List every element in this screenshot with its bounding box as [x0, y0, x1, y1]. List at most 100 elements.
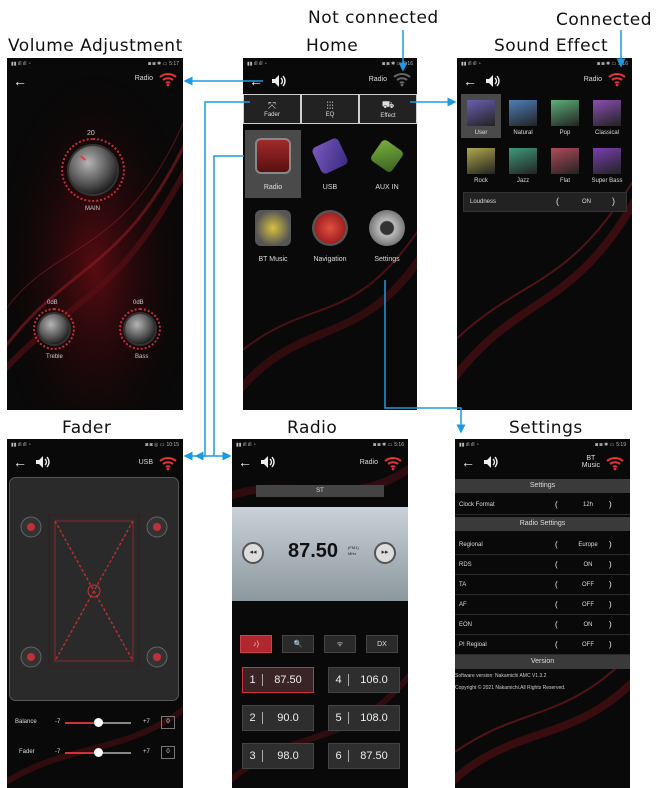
chevron-right-icon[interactable]: ) — [609, 560, 612, 569]
chevron-left-icon[interactable]: ( — [555, 600, 558, 609]
setting-row-af[interactable]: AF (OFF) — [455, 595, 630, 615]
setting-row-pi-regioal[interactable]: PI Regioal (OFF) — [455, 635, 630, 655]
preset-label: User — [474, 130, 488, 136]
main-volume-knob[interactable] — [69, 146, 117, 194]
wifi-connected-icon — [606, 457, 624, 471]
bass-knob[interactable] — [125, 314, 155, 344]
signal-button[interactable]: ᯤ — [324, 635, 356, 653]
setting-label: EON — [459, 621, 473, 628]
fader-screen: ▮▮ ıll ıll ◔ ◙ ◙ ◎ ▭ 10:15 ← USB Balance … — [7, 439, 183, 788]
app-navigation[interactable]: Navigation — [302, 202, 358, 270]
chevron-left-icon[interactable]: ( — [555, 580, 558, 589]
chevron-left-icon[interactable]: ( — [555, 540, 558, 549]
app-bt-music[interactable]: BT Music — [245, 202, 301, 270]
setting-row-eon[interactable]: EON (ON) — [455, 615, 630, 635]
back-arrow-icon[interactable]: ← — [238, 454, 260, 470]
rds-button[interactable]: ♪) — [240, 635, 272, 653]
wifi-connected-icon — [159, 73, 177, 87]
preset-flat-icon[interactable] — [551, 148, 579, 174]
app-usb[interactable]: USB — [302, 130, 358, 198]
preset-rock-icon[interactable] — [467, 148, 495, 174]
preset-pop-icon[interactable] — [551, 100, 579, 126]
chevron-left-icon[interactable]: ( — [555, 640, 558, 649]
chevron-right-icon[interactable]: ) — [609, 540, 612, 549]
balance-slider-thumb[interactable] — [94, 718, 103, 727]
search-button[interactable]: 🔍 — [282, 635, 314, 653]
preset-label: Rock — [474, 178, 488, 184]
main-volume-value: 20 — [87, 130, 95, 137]
treble-knob[interactable] — [39, 314, 69, 344]
preset-classical-icon[interactable] — [593, 100, 621, 126]
app-radio[interactable]: Radio — [245, 130, 301, 198]
home-tab-bar: ⤧ Fader ⫶⫶⫶ EQ ⛟ Effect — [243, 94, 417, 124]
clock-format-value: 12h — [582, 501, 593, 508]
main-volume-label: MAIN — [85, 206, 100, 212]
preset-number: 1 — [243, 674, 263, 686]
preset-button-2[interactable]: 2 90.0 — [242, 705, 314, 731]
source-label: Radio — [368, 76, 387, 83]
tab-fader[interactable]: ⤧ Fader — [244, 95, 300, 123]
balance-label: Balance — [15, 719, 37, 725]
preset-button-3[interactable]: 3 98.0 — [242, 743, 314, 769]
speaker-icon[interactable] — [271, 74, 287, 88]
rds-icon: ♪) — [253, 640, 259, 648]
back-arrow-icon[interactable]: ← — [249, 73, 271, 89]
setting-row-rds[interactable]: RDS (ON) — [455, 555, 630, 575]
preset-button-6[interactable]: 6 87.50 — [328, 743, 400, 769]
chevron-left-icon[interactable]: ( — [555, 620, 558, 629]
speaker-icon[interactable] — [35, 455, 51, 469]
clock-format-row[interactable]: Clock Format ( 12h ) — [455, 495, 630, 515]
treble-label: Treble — [46, 354, 63, 360]
preset-label: Natural — [513, 130, 533, 136]
chevron-right-icon[interactable]: ) — [609, 600, 612, 609]
chevron-left-icon[interactable]: ( — [555, 500, 558, 509]
seek-forward-button[interactable]: ▸▸ — [374, 542, 396, 564]
fader-min: -7 — [55, 749, 61, 755]
chevron-right-icon[interactable]: ) — [609, 620, 612, 629]
clock-format-label: Clock Format — [459, 501, 495, 508]
app-aux-in[interactable]: AUX IN — [359, 130, 415, 198]
caption-settings: Settings — [509, 418, 583, 438]
software-version: Software version: Nakamichi AMC V1.3.2 — [455, 673, 547, 679]
frequency-display: ◂◂ 87.50 (FM1) MHz ▸▸ — [232, 507, 408, 601]
back-arrow-icon[interactable]: ← — [461, 454, 483, 470]
chevron-right-icon[interactable]: ) — [609, 640, 612, 649]
seek-back-button[interactable]: ◂◂ — [242, 542, 264, 564]
caption-fader: Fader — [62, 418, 112, 438]
chevron-right-icon[interactable]: ) — [609, 500, 612, 509]
usb-app-icon — [310, 136, 350, 176]
back-arrow-icon[interactable]: ← — [13, 73, 35, 89]
dx-button[interactable]: DX — [366, 635, 398, 653]
wifi-disconnected-icon — [393, 73, 411, 87]
radio-settings-section-header: Radio Settings — [455, 517, 630, 531]
caption-sound-effect: Sound Effect — [494, 36, 609, 56]
chevron-left-icon[interactable]: ( — [555, 560, 558, 569]
preset-button-4[interactable]: 4 106.0 — [328, 667, 400, 693]
tab-eq[interactable]: ⫶⫶⫶ EQ — [302, 95, 358, 123]
chevron-right-icon[interactable]: ) — [609, 580, 612, 589]
preset-user-icon[interactable] — [467, 100, 495, 126]
loudness-increase[interactable]: ) — [612, 196, 615, 206]
back-arrow-icon[interactable]: ← — [13, 454, 35, 470]
tab-effect[interactable]: ⛟ Effect — [360, 95, 416, 123]
preset-button-1[interactable]: 1 87.50 — [242, 667, 314, 693]
caption-not-connected: Not connected — [308, 8, 439, 28]
preset-jazz-icon[interactable] — [509, 148, 537, 174]
preset-button-5[interactable]: 5 108.0 — [328, 705, 400, 731]
back-arrow-icon[interactable]: ← — [463, 73, 485, 89]
speaker-icon[interactable] — [483, 455, 499, 469]
setting-row-regional[interactable]: Regional (Europe) — [455, 535, 630, 555]
loudness-decrease[interactable]: ( — [556, 196, 559, 206]
setting-label: TA — [459, 581, 467, 588]
app-settings[interactable]: Settings — [359, 202, 415, 270]
speaker-icon[interactable] — [260, 455, 276, 469]
stereo-indicator: ST — [256, 485, 384, 497]
setting-row-ta[interactable]: TA (OFF) — [455, 575, 630, 595]
wifi-connected-icon — [384, 457, 402, 471]
speaker-icon[interactable] — [485, 74, 501, 88]
preset-natural-icon[interactable] — [509, 100, 537, 126]
fader-pad[interactable] — [9, 477, 179, 701]
fader-slider-thumb[interactable] — [94, 748, 103, 757]
preset-super-bass-icon[interactable] — [593, 148, 621, 174]
balance-row: Balance -7 +7 0 — [7, 713, 183, 733]
